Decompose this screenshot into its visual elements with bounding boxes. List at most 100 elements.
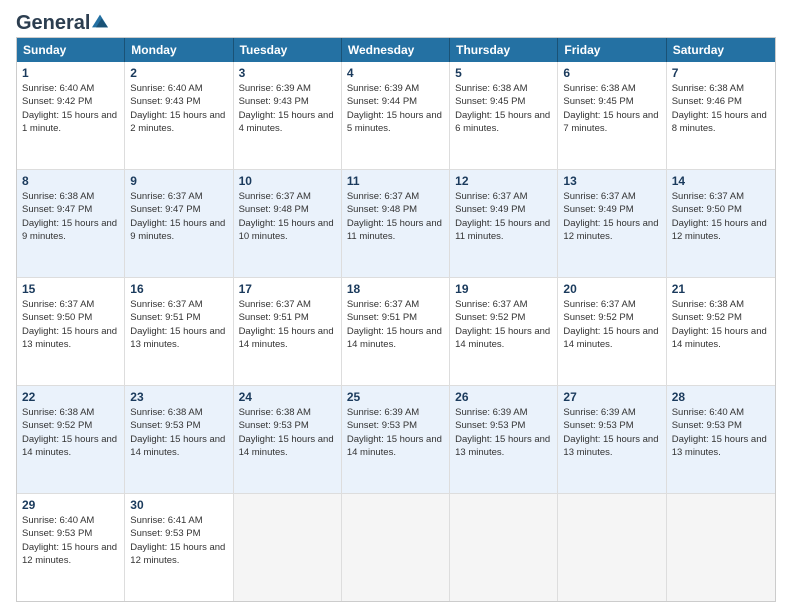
day-info: Sunrise: 6:39 AMSunset: 9:53 PMDaylight:… xyxy=(347,406,444,459)
day-number: 30 xyxy=(130,498,227,512)
sunset-text: Sunset: 9:47 PM xyxy=(130,203,227,216)
daylight-text: Daylight: 15 hours and 14 minutes. xyxy=(672,325,770,352)
sunset-text: Sunset: 9:52 PM xyxy=(455,311,552,324)
sunrise-text: Sunrise: 6:38 AM xyxy=(563,82,660,95)
sunrise-text: Sunrise: 6:37 AM xyxy=(563,190,660,203)
sunrise-text: Sunrise: 6:37 AM xyxy=(563,298,660,311)
daylight-text: Daylight: 15 hours and 11 minutes. xyxy=(455,217,552,244)
daylight-text: Daylight: 15 hours and 9 minutes. xyxy=(22,217,119,244)
day-info: Sunrise: 6:38 AMSunset: 9:53 PMDaylight:… xyxy=(239,406,336,459)
sunset-text: Sunset: 9:45 PM xyxy=(455,95,552,108)
sunrise-text: Sunrise: 6:37 AM xyxy=(347,298,444,311)
daylight-text: Daylight: 15 hours and 14 minutes. xyxy=(239,433,336,460)
logo-general-text: General xyxy=(16,12,90,35)
sunset-text: Sunset: 9:43 PM xyxy=(130,95,227,108)
day-number: 23 xyxy=(130,390,227,404)
day-number: 10 xyxy=(239,174,336,188)
day-info: Sunrise: 6:41 AMSunset: 9:53 PMDaylight:… xyxy=(130,514,227,567)
sunrise-text: Sunrise: 6:39 AM xyxy=(563,406,660,419)
sunrise-text: Sunrise: 6:39 AM xyxy=(347,82,444,95)
day-cell: 17Sunrise: 6:37 AMSunset: 9:51 PMDayligh… xyxy=(234,278,342,385)
day-cell: 21Sunrise: 6:38 AMSunset: 9:52 PMDayligh… xyxy=(667,278,775,385)
daylight-text: Daylight: 15 hours and 13 minutes. xyxy=(563,433,660,460)
sunrise-text: Sunrise: 6:37 AM xyxy=(347,190,444,203)
day-number: 4 xyxy=(347,66,444,80)
day-number: 25 xyxy=(347,390,444,404)
sunrise-text: Sunrise: 6:38 AM xyxy=(22,406,119,419)
day-info: Sunrise: 6:38 AMSunset: 9:53 PMDaylight:… xyxy=(130,406,227,459)
day-cell: 28Sunrise: 6:40 AMSunset: 9:53 PMDayligh… xyxy=(667,386,775,493)
daylight-text: Daylight: 15 hours and 10 minutes. xyxy=(239,217,336,244)
calendar-header: SundayMondayTuesdayWednesdayThursdayFrid… xyxy=(17,38,775,62)
sunset-text: Sunset: 9:53 PM xyxy=(239,419,336,432)
sunrise-text: Sunrise: 6:37 AM xyxy=(455,190,552,203)
daylight-text: Daylight: 15 hours and 6 minutes. xyxy=(455,109,552,136)
day-cell: 14Sunrise: 6:37 AMSunset: 9:50 PMDayligh… xyxy=(667,170,775,277)
sunset-text: Sunset: 9:48 PM xyxy=(347,203,444,216)
daylight-text: Daylight: 15 hours and 13 minutes. xyxy=(130,325,227,352)
sunset-text: Sunset: 9:50 PM xyxy=(672,203,770,216)
day-info: Sunrise: 6:40 AMSunset: 9:42 PMDaylight:… xyxy=(22,82,119,135)
day-cell: 10Sunrise: 6:37 AMSunset: 9:48 PMDayligh… xyxy=(234,170,342,277)
daylight-text: Daylight: 15 hours and 13 minutes. xyxy=(22,325,119,352)
daylight-text: Daylight: 15 hours and 2 minutes. xyxy=(130,109,227,136)
day-cell: 1Sunrise: 6:40 AMSunset: 9:42 PMDaylight… xyxy=(17,62,125,169)
sunset-text: Sunset: 9:47 PM xyxy=(22,203,119,216)
sunrise-text: Sunrise: 6:38 AM xyxy=(455,82,552,95)
daylight-text: Daylight: 15 hours and 7 minutes. xyxy=(563,109,660,136)
day-number: 8 xyxy=(22,174,119,188)
weekday-header: Monday xyxy=(125,38,233,62)
daylight-text: Daylight: 15 hours and 14 minutes. xyxy=(347,433,444,460)
day-info: Sunrise: 6:38 AMSunset: 9:45 PMDaylight:… xyxy=(455,82,552,135)
sunset-text: Sunset: 9:51 PM xyxy=(347,311,444,324)
day-info: Sunrise: 6:37 AMSunset: 9:52 PMDaylight:… xyxy=(455,298,552,351)
sunset-text: Sunset: 9:53 PM xyxy=(130,419,227,432)
calendar-body: 1Sunrise: 6:40 AMSunset: 9:42 PMDaylight… xyxy=(17,62,775,601)
day-info: Sunrise: 6:38 AMSunset: 9:47 PMDaylight:… xyxy=(22,190,119,243)
daylight-text: Daylight: 15 hours and 4 minutes. xyxy=(239,109,336,136)
day-number: 20 xyxy=(563,282,660,296)
day-info: Sunrise: 6:39 AMSunset: 9:53 PMDaylight:… xyxy=(563,406,660,459)
day-info: Sunrise: 6:39 AMSunset: 9:53 PMDaylight:… xyxy=(455,406,552,459)
weekday-header: Thursday xyxy=(450,38,558,62)
day-cell: 16Sunrise: 6:37 AMSunset: 9:51 PMDayligh… xyxy=(125,278,233,385)
daylight-text: Daylight: 15 hours and 14 minutes. xyxy=(130,433,227,460)
weekday-header: Sunday xyxy=(17,38,125,62)
day-info: Sunrise: 6:37 AMSunset: 9:50 PMDaylight:… xyxy=(22,298,119,351)
day-number: 29 xyxy=(22,498,119,512)
day-info: Sunrise: 6:37 AMSunset: 9:48 PMDaylight:… xyxy=(347,190,444,243)
day-info: Sunrise: 6:38 AMSunset: 9:52 PMDaylight:… xyxy=(672,298,770,351)
sunrise-text: Sunrise: 6:37 AM xyxy=(22,298,119,311)
day-cell: 13Sunrise: 6:37 AMSunset: 9:49 PMDayligh… xyxy=(558,170,666,277)
sunrise-text: Sunrise: 6:39 AM xyxy=(347,406,444,419)
daylight-text: Daylight: 15 hours and 14 minutes. xyxy=(22,433,119,460)
calendar-row: 8Sunrise: 6:38 AMSunset: 9:47 PMDaylight… xyxy=(17,169,775,277)
sunset-text: Sunset: 9:53 PM xyxy=(672,419,770,432)
sunrise-text: Sunrise: 6:39 AM xyxy=(455,406,552,419)
day-cell: 7Sunrise: 6:38 AMSunset: 9:46 PMDaylight… xyxy=(667,62,775,169)
daylight-text: Daylight: 15 hours and 14 minutes. xyxy=(347,325,444,352)
day-number: 11 xyxy=(347,174,444,188)
day-number: 9 xyxy=(130,174,227,188)
sunset-text: Sunset: 9:52 PM xyxy=(22,419,119,432)
daylight-text: Daylight: 15 hours and 12 minutes. xyxy=(22,541,119,568)
day-info: Sunrise: 6:37 AMSunset: 9:49 PMDaylight:… xyxy=(563,190,660,243)
day-info: Sunrise: 6:38 AMSunset: 9:46 PMDaylight:… xyxy=(672,82,770,135)
day-cell: 4Sunrise: 6:39 AMSunset: 9:44 PMDaylight… xyxy=(342,62,450,169)
empty-cell xyxy=(667,494,775,601)
day-cell: 19Sunrise: 6:37 AMSunset: 9:52 PMDayligh… xyxy=(450,278,558,385)
sunrise-text: Sunrise: 6:37 AM xyxy=(672,190,770,203)
sunrise-text: Sunrise: 6:38 AM xyxy=(672,82,770,95)
day-info: Sunrise: 6:37 AMSunset: 9:49 PMDaylight:… xyxy=(455,190,552,243)
day-info: Sunrise: 6:37 AMSunset: 9:47 PMDaylight:… xyxy=(130,190,227,243)
day-info: Sunrise: 6:37 AMSunset: 9:51 PMDaylight:… xyxy=(130,298,227,351)
daylight-text: Daylight: 15 hours and 5 minutes. xyxy=(347,109,444,136)
sunrise-text: Sunrise: 6:40 AM xyxy=(130,82,227,95)
day-cell: 2Sunrise: 6:40 AMSunset: 9:43 PMDaylight… xyxy=(125,62,233,169)
day-number: 6 xyxy=(563,66,660,80)
daylight-text: Daylight: 15 hours and 14 minutes. xyxy=(563,325,660,352)
empty-cell xyxy=(450,494,558,601)
sunrise-text: Sunrise: 6:38 AM xyxy=(22,190,119,203)
day-number: 28 xyxy=(672,390,770,404)
day-info: Sunrise: 6:37 AMSunset: 9:51 PMDaylight:… xyxy=(347,298,444,351)
